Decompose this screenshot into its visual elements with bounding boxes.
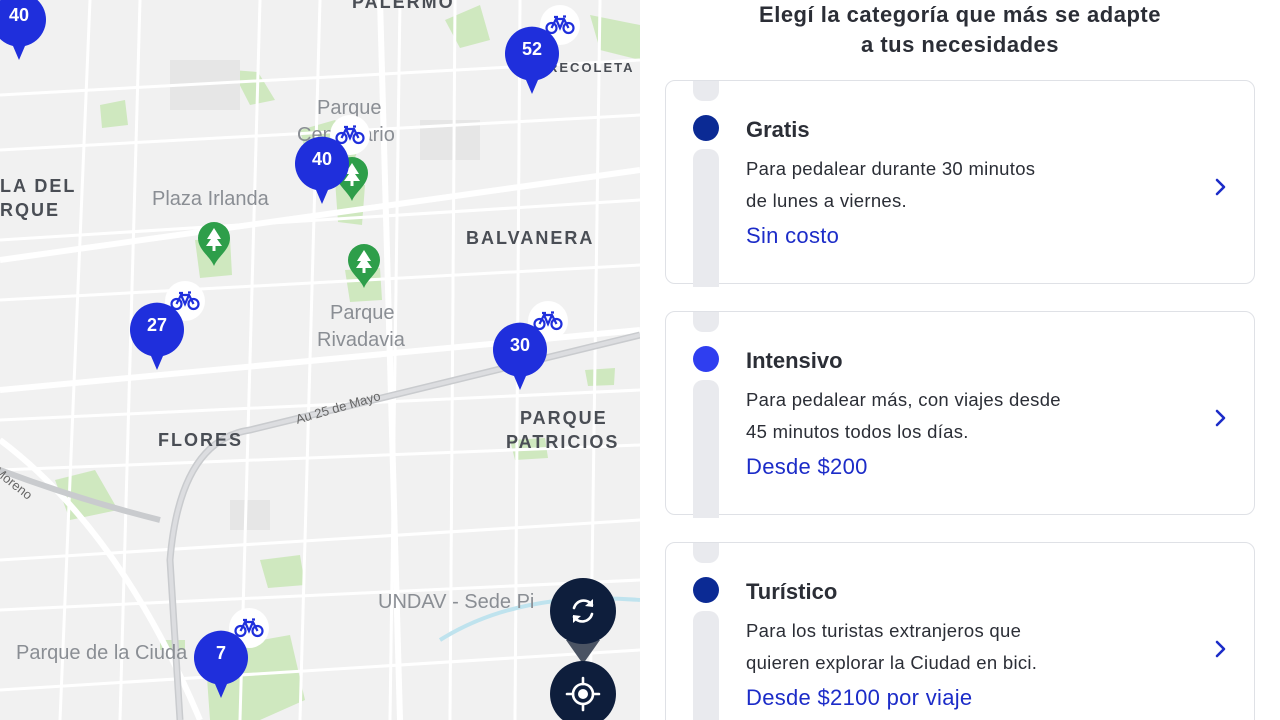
map-pin-icon [493,322,547,390]
plan-name: Intensivo [746,348,843,373]
locate-button[interactable] [550,661,616,720]
plan-description-line: de lunes a viernes. [746,190,907,211]
plan-indicator-dot [693,115,719,141]
plan-description: Para los turistas extranjeros que quiere… [746,615,1126,679]
chevron-right-icon[interactable] [1214,177,1228,197]
card-rail [693,81,719,101]
card-rail [693,380,719,518]
refresh-icon [572,599,594,623]
label-undav: UNDAV - Sede Pi [378,591,535,613]
plan-card-intensivo[interactable]: Intensivo Para pedalear más, con viajes … [665,311,1255,518]
label-plaza-irlanda: Plaza Irlanda [152,188,269,210]
plan-selection-panel: Elegí la categoría que más se adapte a t… [640,0,1280,720]
label-parque-de-la-ciudad: Parque de la Ciuda [16,642,188,664]
plan-description: Para pedalear más, con viajes desde 45 m… [746,384,1126,448]
plan-description-line: Para los turistas extranjeros que [746,620,1022,641]
label-balvanera: BALVANERA [466,228,595,248]
park-tree-pin[interactable] [346,242,382,290]
card-rail [693,611,719,720]
station-count: 30 [509,335,531,355]
plan-card-turistico[interactable]: Turístico Para los turistas extranjeros … [665,542,1255,720]
panel-title-line2: a tus necesidades [860,32,1060,57]
station-count: 40 [8,5,30,25]
label-recoleta: RECOLETA [548,60,635,75]
station-count: 40 [311,149,333,169]
map-pin-icon [194,630,248,698]
label-parque-rivadavia-1: Parque [330,302,395,324]
map-view[interactable]: PALERMO RECOLETA LA DEL RQUE BALVANERA F… [0,0,640,720]
station-cluster[interactable]: 30 [492,322,548,392]
plan-card-gratis[interactable]: Gratis Para pedalear durante 30 minutos … [665,80,1255,287]
station-cluster[interactable]: 27 [129,302,185,372]
panel-title-line1: Elegí la categoría que más se adapte [759,2,1161,27]
card-rail [693,543,719,563]
locate-icon [565,676,601,712]
station-count: 27 [146,315,168,335]
plan-name: Turístico [746,579,838,604]
label-parque-patricios-1: PARQUE [520,408,608,428]
station-cluster[interactable]: 52 [504,26,560,96]
label-parque-fragment: RQUE [0,200,61,220]
plan-description-line: 45 minutos todos los días. [746,421,969,442]
park-tree-pin[interactable] [196,220,232,268]
refresh-button[interactable] [550,578,616,644]
plan-price: Desde $2100 por viaje [746,685,973,710]
card-rail [693,149,719,287]
tree-icon [348,244,380,288]
label-parque-rivadavia-2: Rivadavia [317,329,405,351]
map-pin-icon [130,302,184,370]
label-la-del: LA DEL [0,176,77,196]
plan-price: Desde $200 [746,454,868,479]
map-pin-icon [295,136,349,204]
station-count: 52 [521,39,543,59]
plan-description: Para pedalear durante 30 minutos de lune… [746,153,1126,217]
map-pin-icon [505,26,559,95]
chevron-right-icon[interactable] [1214,639,1228,659]
station-cluster[interactable]: 40 [0,0,47,62]
plan-name: Gratis [746,117,810,142]
plan-indicator-dot [693,346,719,372]
station-cluster[interactable]: 7 [193,630,249,700]
plan-price: Sin costo [746,223,840,248]
plan-description-line: Para pedalear durante 30 minutos [746,158,1036,179]
label-flores: FLORES [158,430,244,450]
plan-description-line: quieren explorar la Ciudad en bici. [746,652,1038,673]
tree-icon [198,222,230,266]
station-count: 7 [215,643,226,663]
chevron-right-icon[interactable] [1214,408,1228,428]
label-parque-patricios-2: PATRICIOS [506,432,620,452]
card-rail [693,312,719,332]
station-cluster[interactable]: 40 [294,136,350,206]
plan-indicator-dot [693,577,719,603]
label-palermo: PALERMO [352,0,455,12]
plan-description-line: Para pedalear más, con viajes desde [746,389,1061,410]
